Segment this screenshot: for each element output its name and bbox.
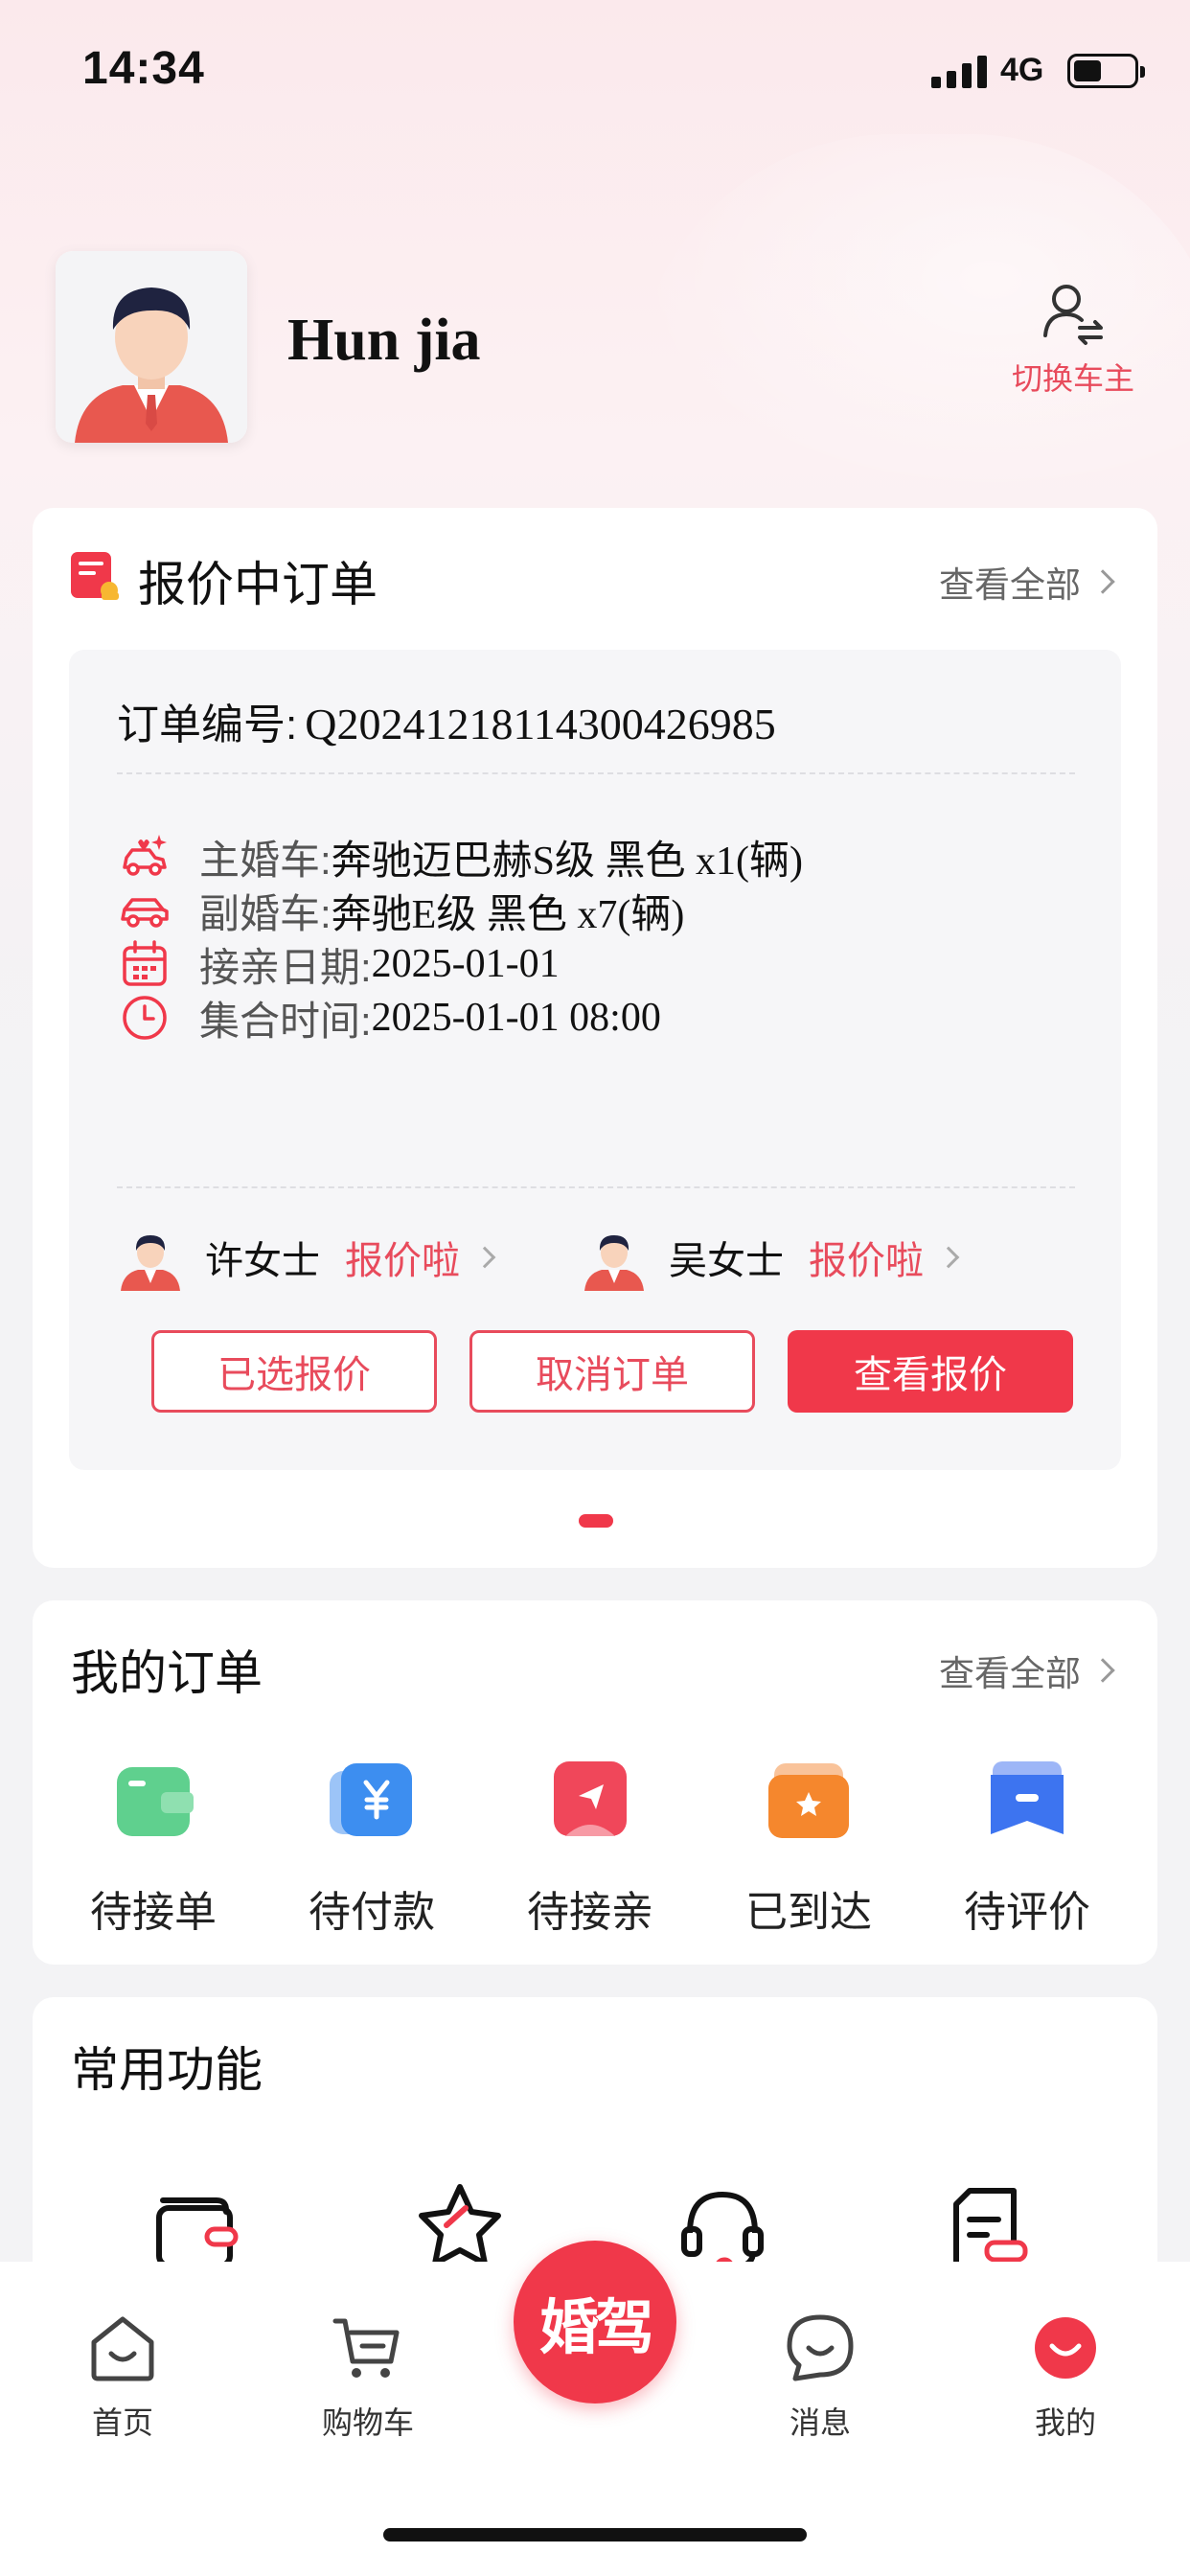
bidder-item[interactable]: 吴女士 报价啦 [581, 1219, 960, 1296]
status-bar: 14:34 4G [0, 0, 1190, 144]
order-status-pending-accept[interactable]: 待接单 [57, 1754, 249, 1939]
bidder-item[interactable]: 许女士 报价啦 [117, 1219, 496, 1296]
tab-messages[interactable]: 消息 [744, 2310, 897, 2443]
sub-car-row: 副婚车: 奔驰E级 黑色 x7(辆) [117, 882, 684, 939]
tab-label: 首页 [91, 2405, 153, 2440]
quote-card-title: 报价中订单 [138, 558, 378, 611]
wallet-icon [117, 1767, 194, 1836]
switch-owner-label: 切换车主 [1011, 361, 1134, 396]
folder-icon [768, 1763, 849, 1838]
order-detail-panel[interactable]: 订单编号: Q20241218114300426985 主婚车: 奔驰迈巴赫S级 … [69, 650, 1121, 1470]
main-car-value: 奔驰迈巴赫S级 黑色 x1(辆) [331, 839, 804, 884]
clock-icon [123, 996, 167, 1040]
star-icon[interactable] [412, 2179, 508, 2275]
sub-car-key: 副婚车: [199, 890, 332, 936]
pickup-date-value: 2025-01-01 [371, 942, 560, 986]
calendar-icon [123, 940, 167, 986]
profile-name: Hun jia [287, 308, 481, 373]
sub-car-value: 奔驰E级 黑色 x7(辆) [331, 892, 685, 937]
switch-owner-button[interactable]: 切换车主 [996, 280, 1150, 404]
order-status-label: 待接亲 [527, 1889, 653, 1936]
orders-view-all-link[interactable]: 查看全部 [939, 1644, 1115, 1696]
carousel-indicator [579, 1514, 613, 1528]
order-status-label: 已到达 [745, 1889, 872, 1936]
my-orders-title: 我的订单 [71, 1646, 263, 1700]
order-number: 订单编号: Q20241218114300426985 [117, 690, 776, 751]
pickup-date-key: 接亲日期: [199, 944, 372, 990]
main-car-key: 主婚车: [199, 837, 332, 883]
common-functions-title: 常用功能 [71, 2043, 263, 2097]
main-car-row: 主婚车: 奔驰迈巴赫S级 黑色 x1(辆) [117, 828, 803, 886]
car-icon [121, 898, 169, 928]
quote-order-card: 报价中订单 查看全部 订单编号: Q20241218114300426985 主婚… [33, 508, 1157, 1568]
order-status-label: 待评价 [964, 1889, 1090, 1936]
bidder-name: 吴女士 [669, 1240, 784, 1282]
avatar[interactable] [56, 251, 247, 443]
send-icon [554, 1761, 627, 1836]
chevron-right-icon [937, 1246, 960, 1269]
message-icon [787, 2314, 854, 2381]
gather-time-key: 集合时间: [199, 998, 372, 1044]
user-switch-icon [1043, 285, 1103, 345]
tab-cart[interactable]: 购物车 [291, 2310, 445, 2443]
yen-icon [330, 1763, 412, 1836]
view-all-label: 查看全部 [939, 565, 1081, 605]
battery-icon [1067, 54, 1145, 88]
cancel-order-button[interactable]: 取消订单 [469, 1330, 755, 1413]
view-all-label: 查看全部 [939, 1654, 1081, 1693]
status-time: 14:34 [82, 43, 205, 94]
order-status-pending-review[interactable]: 待评价 [931, 1754, 1123, 1939]
center-logo-button[interactable]: 婚驾 [514, 2241, 676, 2404]
divider [117, 772, 1075, 774]
avatar [584, 1235, 644, 1291]
order-number-value: Q20241218114300426985 [305, 700, 776, 748]
tab-label: 消息 [789, 2405, 851, 2440]
home-indicator [383, 2528, 807, 2542]
selected-quote-button[interactable]: 已选报价 [151, 1330, 437, 1413]
order-status-arrived[interactable]: 已到达 [713, 1754, 904, 1939]
gather-time-value: 2025-01-01 08:00 [371, 996, 661, 1040]
order-status-label: 待付款 [309, 1889, 435, 1936]
order-status-pending-payment[interactable]: 待付款 [276, 1754, 468, 1939]
pickup-date-row: 接亲日期: 2025-01-01 [117, 935, 560, 993]
document-icon[interactable] [937, 2179, 1033, 2275]
view-quote-button[interactable]: 查看报价 [788, 1330, 1073, 1413]
bidder-status: 报价啦 [345, 1240, 460, 1282]
chevron-right-icon [1090, 569, 1115, 594]
chevron-right-icon [473, 1246, 496, 1269]
profile-icon [1035, 2317, 1096, 2379]
quote-view-all-link[interactable]: 查看全部 [939, 556, 1115, 608]
avatar [121, 1235, 180, 1291]
divider [117, 1186, 1075, 1188]
wedding-car-icon [123, 835, 167, 876]
signal-icon [931, 56, 987, 88]
chevron-right-icon [1090, 1658, 1115, 1683]
home-icon [91, 2316, 154, 2381]
tab-mine[interactable]: 我的 [989, 2310, 1142, 2443]
cart-icon [332, 2318, 400, 2378]
my-orders-card: 我的订单 查看全部 待接单 待付款 待接亲 已到达 待评价 [33, 1600, 1157, 1965]
quote-order-icon [71, 552, 119, 600]
gather-time-row: 集合时间: 2025-01-01 08:00 [117, 989, 661, 1046]
tab-label: 我的 [1034, 2405, 1096, 2440]
network-label: 4G [1000, 52, 1044, 88]
wallet-icon[interactable] [149, 2179, 245, 2275]
review-icon [991, 1761, 1064, 1834]
order-status-pending-pickup[interactable]: 待接亲 [494, 1754, 686, 1939]
bidder-name: 许女士 [205, 1240, 320, 1282]
order-status-label: 待接单 [90, 1889, 217, 1936]
customer-service-icon[interactable] [675, 2179, 770, 2275]
tab-home[interactable]: 首页 [46, 2310, 199, 2443]
order-number-label: 订单编号: [117, 702, 298, 748]
bidder-status: 报价啦 [809, 1240, 924, 1282]
tab-label: 购物车 [321, 2405, 414, 2440]
